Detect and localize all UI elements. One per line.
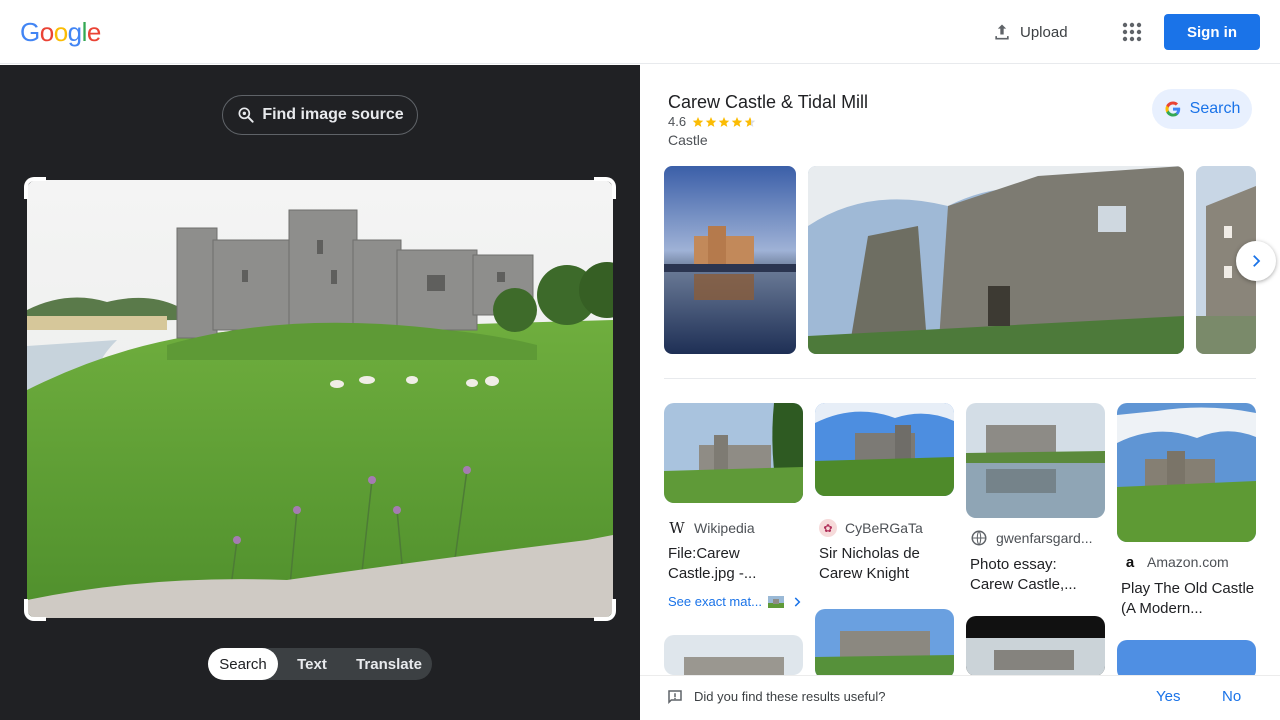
google-logo[interactable]: Google [20,17,101,48]
result-source-name: gwenfarsgard... [996,530,1093,546]
result-source: W Wikipedia [668,519,755,537]
star-icon [692,116,704,127]
visual-match-card[interactable] [664,635,803,675]
apps-grid-icon[interactable] [1120,20,1144,44]
result-thumbnail [1117,403,1256,542]
result-source-name: Wikipedia [694,520,755,536]
upload-button[interactable]: Upload [992,20,1068,44]
crop-handle-top-left[interactable] [24,177,46,199]
query-image-panel: Find image source Search Text Translate [0,65,640,720]
rating-stars [692,116,756,128]
google-g-icon [1165,101,1180,117]
result-source-name: CyBeRGaTa [845,520,923,536]
crop-handle-bottom-right[interactable] [594,599,616,621]
find-image-source-label: Find image source [262,106,404,123]
tab-search[interactable]: Search [208,648,278,680]
result-source: a Amazon.com [1121,553,1229,571]
logo-letter: o [39,17,54,47]
rating-value: 4.6 [668,114,687,129]
gallery-next-button[interactable] [1236,241,1276,281]
entity-photo[interactable] [664,166,796,354]
star-icon [705,116,717,127]
visual-match-card[interactable] [966,616,1105,676]
tab-translate[interactable]: Translate [346,648,432,680]
visual-match-card[interactable]: gwenfarsgard... Photo essay: Carew Castl… [966,403,1105,623]
see-exact-label: See exact mat... [668,594,762,609]
entity-title[interactable]: Carew Castle & Tidal Mill [668,92,868,113]
entity-type: Castle [668,132,708,148]
crop-handle-bottom-left[interactable] [24,599,46,621]
result-thumbnail [815,403,954,496]
results-panel: Carew Castle & Tidal Mill 4.6 Castle Sea… [640,65,1280,720]
entity-search-label: Search [1189,100,1241,117]
visual-match-card[interactable]: W Wikipedia File:Carew Castle.jpg -... [664,403,803,615]
visual-match-card[interactable]: a Amazon.com Play The Old Castle (A Mode… [1117,403,1256,623]
query-image [27,180,613,618]
find-image-source-button[interactable]: Find image source [222,95,418,135]
upload-icon [995,24,1009,40]
result-thumbnail [664,403,803,503]
result-thumbnail [664,635,803,675]
result-thumbnail [966,403,1105,518]
result-source-name: Amazon.com [1147,554,1229,570]
chevron-right-icon [1253,255,1261,267]
result-title: Play The Old Castle (A Modern... [1121,580,1255,617]
result-thumbnail [966,616,1105,676]
result-title: File:Carew Castle.jpg -... [668,545,757,582]
feedback-no-button[interactable]: No [1222,688,1241,705]
feedback-yes-button[interactable]: Yes [1156,688,1180,705]
entity-photo[interactable] [808,166,1184,354]
entity-search-button[interactable]: Search [1152,89,1252,129]
crop-region[interactable] [24,177,616,621]
chevron-right-icon [794,596,801,607]
crop-handle-top-right[interactable] [594,177,616,199]
result-source: gwenfarsgard... [970,529,1093,547]
feedback-question: Did you find these results useful? [694,689,886,704]
feedback-icon [668,690,682,705]
visual-match-card[interactable]: ✿ CyBeRGaTa Sir Nicholas de Carew Knight [815,403,954,603]
entity-rating: 4.6 [668,114,756,129]
sign-in-button[interactable]: Sign in [1164,14,1260,50]
result-title: Sir Nicholas de Carew Knight [819,545,920,582]
tab-text[interactable]: Text [278,648,346,680]
result-title: Photo essay: Carew Castle,... [970,556,1077,593]
amazon-icon: a [1125,553,1135,571]
logo-letter: o [53,17,68,47]
logo-letter: g [67,17,82,47]
star-icon [731,116,743,127]
see-exact-matches-link[interactable]: See exact mat... [668,594,804,609]
feedback-bar: Did you find these results useful? Yes N… [640,675,1280,720]
star-half-icon [744,116,756,127]
result-thumbnail [1117,640,1256,680]
result-thumbnail [815,609,954,679]
top-bar: Google Upload Sign in [0,0,1280,64]
star-icon [718,116,730,127]
wikipedia-icon: W [669,519,685,537]
site-favicon-icon: ✿ [819,519,837,537]
lens-search-icon [238,107,254,123]
logo-letter: G [20,17,40,47]
result-source: ✿ CyBeRGaTa [819,519,923,537]
exact-match-thumb-icon [767,595,784,608]
section-divider [664,378,1256,379]
globe-icon [971,530,987,546]
visual-match-card[interactable] [815,609,954,679]
lens-mode-tabs: Search Text Translate [208,648,432,680]
logo-letter: e [86,17,101,47]
upload-label: Upload [1020,23,1068,41]
visual-match-card[interactable] [1117,640,1256,680]
